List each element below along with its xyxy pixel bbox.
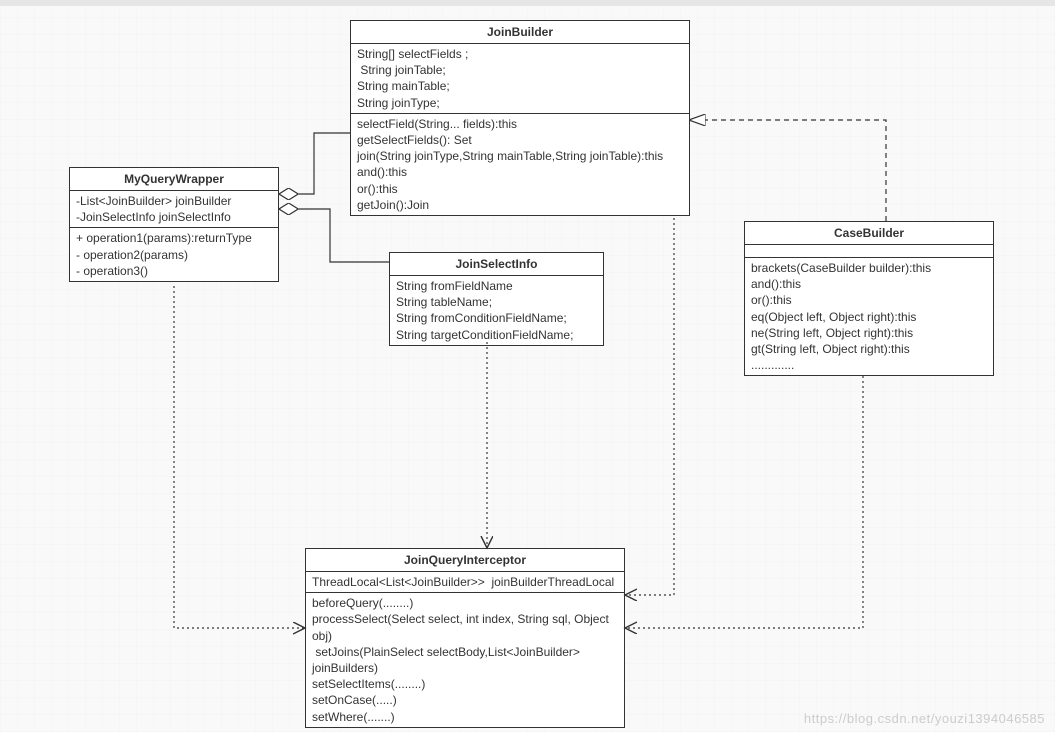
case-builder-title: CaseBuilder <box>745 222 993 245</box>
my-query-wrapper-ops: + operation1(params):returnType - operat… <box>70 228 278 281</box>
join-query-interceptor-attrs: ThreadLocal<List<JoinBuilder>> joinBuild… <box>306 572 624 593</box>
edge-jb-interceptor <box>625 218 674 595</box>
edge-casebuilder-joinbuilder <box>690 120 886 221</box>
edge-mqw-joinselectinfo <box>279 209 389 262</box>
join-query-interceptor-ops: beforeQuery(........) processSelect(Sele… <box>306 593 624 727</box>
join-builder-ops: selectField(String... fields):this getSe… <box>351 114 689 215</box>
case-builder-ops: brackets(CaseBuilder builder):this and()… <box>745 258 993 375</box>
join-select-info-title: JoinSelectInfo <box>390 253 603 276</box>
join-select-info-attrs: String fromFieldName String tableName; S… <box>390 276 603 345</box>
join-query-interceptor-title: JoinQueryInterceptor <box>306 549 624 572</box>
join-builder-attrs: String[] selectFields ; String joinTable… <box>351 44 689 114</box>
edge-mqw-interceptor <box>174 286 305 628</box>
edge-mqw-joinbuilder <box>279 133 350 194</box>
watermark-text: https://blog.csdn.net/youzi1394046585 <box>804 711 1045 726</box>
class-case-builder: CaseBuilder brackets(CaseBuilder builder… <box>744 221 994 376</box>
class-join-builder: JoinBuilder String[] selectFields ; Stri… <box>350 20 690 216</box>
class-join-select-info: JoinSelectInfo String fromFieldName Stri… <box>389 252 604 346</box>
class-join-query-interceptor: JoinQueryInterceptor ThreadLocal<List<Jo… <box>305 548 625 728</box>
class-my-query-wrapper: MyQueryWrapper -List<JoinBuilder> joinBu… <box>69 167 279 282</box>
case-builder-empty <box>745 245 993 258</box>
my-query-wrapper-title: MyQueryWrapper <box>70 168 278 191</box>
edge-cb-interceptor <box>625 376 863 628</box>
top-bar <box>0 0 1055 6</box>
join-builder-title: JoinBuilder <box>351 21 689 44</box>
my-query-wrapper-attrs: -List<JoinBuilder> joinBuilder -JoinSele… <box>70 191 278 228</box>
